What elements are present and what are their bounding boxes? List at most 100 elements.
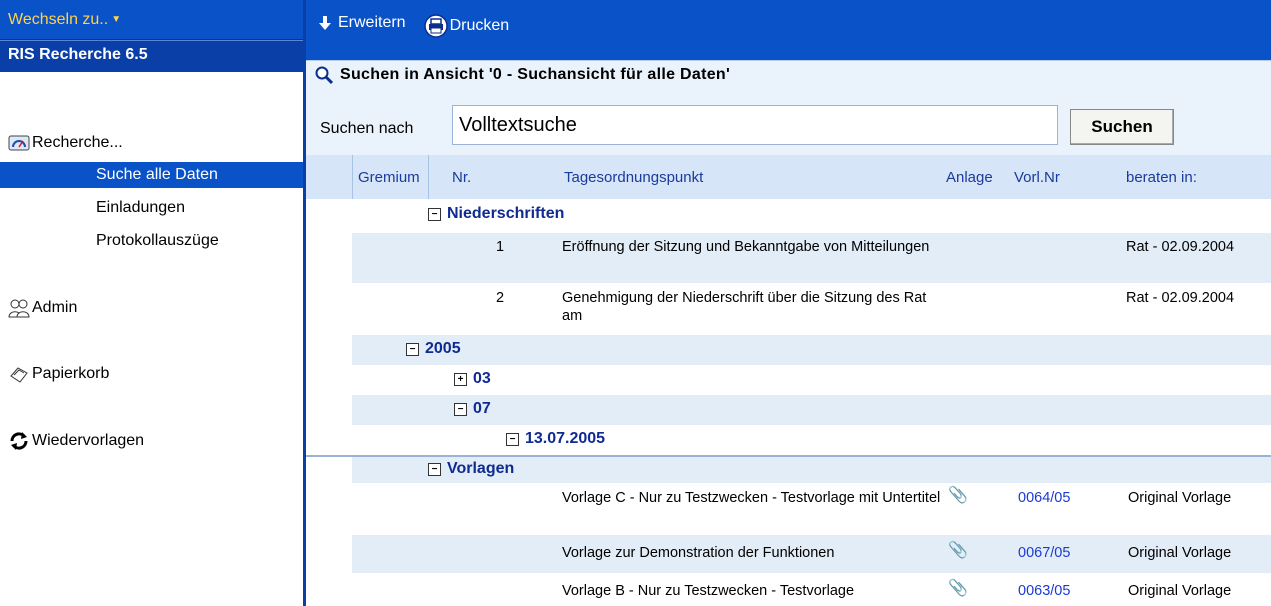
table-row[interactable]: 2 Genehmigung der Niederschrift über die… [306,283,1271,335]
cell-nr: 1 [496,239,505,255]
column-header-nr[interactable]: Nr. [452,169,471,186]
paperclip-icon[interactable]: 📎 [948,542,968,560]
search-button[interactable]: Suchen [1070,109,1174,145]
column-header-anlage[interactable]: Anlage [946,169,993,186]
row-gutter [306,335,352,365]
cell-tagesordnungspunkt: Vorlage C - Nur zu Testzwecken - Testvor… [562,490,941,506]
group-label: − Niederschriften [428,205,564,223]
sidebar-section-label: Wiedervorlagen [32,432,145,449]
collapse-icon[interactable]: − [454,402,467,416]
column-header-gremium[interactable]: Gremium [358,169,420,186]
column-header-beraten[interactable]: beraten in: [1126,169,1197,186]
cell-beraten: Original Vorlage [1128,583,1232,599]
column-separator [428,155,429,199]
collapse-icon[interactable]: − [428,462,441,476]
table-row[interactable]: 1 Eröffnung der Sitzung und Bekanntgabe … [306,233,1271,283]
group-row-date[interactable]: − 13.07.2005 [306,425,1271,455]
row-gutter [306,535,352,573]
sidebar: Wechseln zu.. ▼ RIS Recherche 6.5 Recher… [0,0,303,606]
cell-tagesordnungspunkt: Eröffnung der Sitzung und Bekanntgabe vo… [562,239,930,255]
group-row-vorlagen[interactable]: − Vorlagen [306,455,1271,483]
collapse-icon[interactable]: − [506,432,519,446]
app-title: RIS Recherche 6.5 [0,40,303,72]
table-row[interactable]: Vorlage B - Nur zu Testzwecken - Testvor… [306,573,1271,606]
cell-tagesordnungspunkt: Vorlage zur Demonstration der Funktionen [562,545,835,561]
row-gutter [306,425,352,455]
results-grid: − Niederschriften 1 Eröffnung der Sitzun… [306,199,1271,606]
row-gutter [306,457,352,483]
group-label-text: 07 [473,400,491,417]
recycle-bin-icon [10,367,28,383]
sidebar-section-papierkorb[interactable]: Papierkorb [8,364,109,384]
caret-down-icon: ▼ [111,14,122,25]
column-separator [352,155,353,199]
search-panel: Suchen in Ansicht '0 - Suchansicht für a… [306,60,1271,156]
expand-button[interactable]: Erweitern [318,14,406,32]
sidebar-section-recherche[interactable]: Recherche... [8,134,123,152]
row-gutter [306,573,352,606]
expand-icon[interactable]: + [454,372,467,386]
sidebar-section-label: Recherche... [32,134,123,151]
cell-beraten: Original Vorlage [1128,490,1232,506]
toolbar: Erweitern Drucken [306,0,1271,60]
group-label-text: 2005 [425,340,461,357]
column-header-tagesordnungspunkt[interactable]: Tagesordnungspunkt [564,169,703,186]
table-row[interactable]: Vorlage C - Nur zu Testzwecken - Testvor… [306,483,1271,535]
table-row[interactable]: Vorlage zur Demonstration der Funktionen… [306,535,1271,573]
sidebar-section-admin[interactable]: Admin [8,298,77,318]
arrow-down-icon [319,16,331,30]
group-row-year[interactable]: − 2005 [306,335,1271,365]
sidebar-section-label: Admin [32,299,78,316]
cell-vorlnr-link[interactable]: 0063/05 [1018,582,1070,600]
cell-beraten: Original Vorlage [1128,545,1232,561]
sidebar-item-label: Suche alle Daten [96,166,218,183]
cell-vorlnr-link[interactable]: 0064/05 [1018,489,1070,507]
search-label: Suchen nach [320,120,414,137]
group-label-text: Vorlagen [447,460,515,477]
cell-beraten: Rat - 02.09.2004 [1126,239,1235,255]
sidebar-item-protokollauszuege[interactable]: Protokollauszüge [0,228,303,254]
main-panel: Erweitern Drucken Suchen in Ansicht '0 -… [306,0,1271,606]
row-gutter [306,395,352,425]
collapse-icon[interactable]: − [428,207,441,221]
sidebar-item-suche-alle-daten[interactable]: Suche alle Daten [0,162,303,188]
row-gutter [306,233,352,283]
group-row-niederschriften[interactable]: − Niederschriften [306,199,1271,233]
group-label-text: Niederschriften [447,205,565,222]
group-label: − 2005 [406,340,461,358]
group-row-month-07[interactable]: − 07 [306,395,1271,425]
sidebar-item-label: Einladungen [96,199,185,216]
print-button[interactable]: Drucken [423,14,510,38]
column-header-vorlnr[interactable]: Vorl.Nr [1014,169,1060,186]
cell-tagesordnungspunkt: Vorlage B - Nur zu Testzwecken - Testvor… [562,583,855,599]
expand-label: Erweitern [338,14,406,31]
row-gutter [306,283,352,335]
row-gutter [306,365,352,395]
paperclip-icon[interactable]: 📎 [948,487,968,505]
print-label: Drucken [449,17,510,34]
printer-icon [423,14,448,38]
group-row-month-03[interactable]: + 03 [306,365,1271,395]
switch-menu[interactable]: Wechseln zu.. ▼ [0,0,303,40]
sidebar-item-label: Protokollauszüge [96,232,219,249]
refresh-icon [10,432,28,450]
cell-tagesordnungspunkt: Genehmigung der Niederschrift über die S… [562,290,927,324]
users-icon [8,299,30,318]
cell-beraten: Rat - 02.09.2004 [1126,290,1235,306]
search-title: Suchen in Ansicht '0 - Suchansicht für a… [314,65,730,85]
paperclip-icon[interactable]: 📎 [948,580,968,598]
search-icon [315,66,334,85]
group-label: − 07 [454,400,491,418]
group-label-text: 13.07.2005 [525,430,606,447]
cell-vorlnr-link[interactable]: 0067/05 [1018,544,1070,562]
search-input[interactable] [452,105,1058,145]
search-title-text: Suchen in Ansicht '0 - Suchansicht für a… [340,66,731,83]
row-gutter [306,483,352,535]
sidebar-item-einladungen[interactable]: Einladungen [0,195,303,221]
sidebar-section-label: Papierkorb [32,365,110,382]
collapse-icon[interactable]: − [406,342,419,356]
group-label: − 13.07.2005 [506,430,605,448]
sidebar-section-wiedervorlagen[interactable]: Wiedervorlagen [8,431,144,451]
switch-menu-label: Wechseln zu.. [8,10,109,28]
search-gauge-icon [8,135,30,151]
